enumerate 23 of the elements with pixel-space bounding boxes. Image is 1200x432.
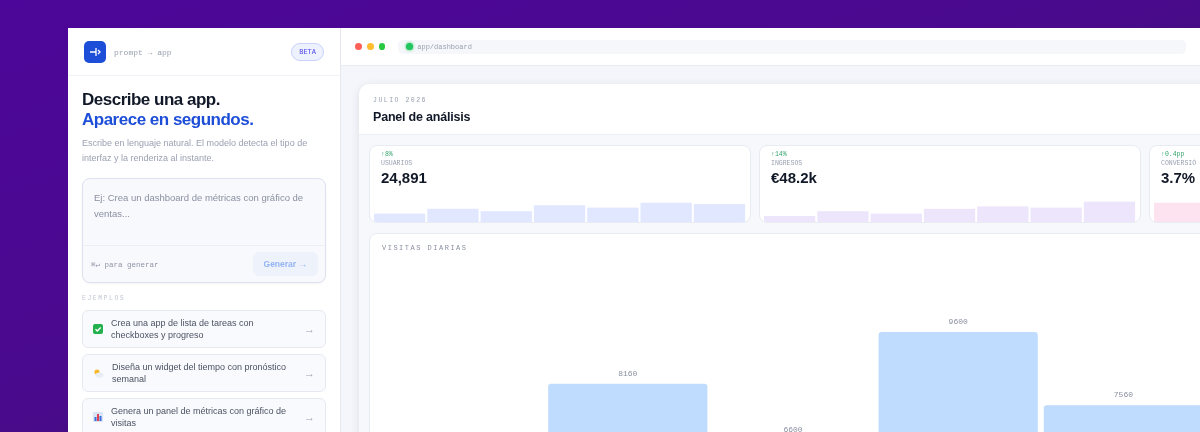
bar-chart-icon [93,412,103,422]
stat-value: 3.7% [1160,168,1197,186]
bar-value-label: 7560 [1113,390,1133,400]
stat-value: 24,891 [380,168,428,186]
sun-cloud-icon [93,368,104,378]
logo-icon [84,41,106,63]
example-prompt[interactable]: Crea una app de lista de tareas con checkboxes y progreso → [82,310,326,348]
bar-value-label: 8160 [618,368,638,378]
checkmark-icon [93,324,103,334]
bar-value-label: 6600 [783,424,803,432]
maximize-dot-icon[interactable] [378,43,386,50]
heading-accent: Aparece en segundos. [82,110,255,130]
minimize-dot-icon[interactable] [366,43,374,50]
bar-value-label: 9600 [948,317,968,326]
stat-value: €48.2k [770,168,818,186]
status-dot-icon [406,43,414,50]
example-prompt[interactable]: Diseña un widget del tiempo con pronóstico semanal → [82,354,326,392]
close-dot-icon[interactable] [355,43,362,50]
example-prompt[interactable]: Genera un panel de métricas con gráfico de visitas → [82,398,326,432]
dashboard-title: Panel de análisis [373,110,472,124]
brand-name: prompt → app [114,47,173,57]
subtitle: Escribe en lenguaje natural. El modelo detecta el tipo de interfaz y la renderiza al instante. [82,137,309,165]
heading: Describe una app. [82,90,221,110]
